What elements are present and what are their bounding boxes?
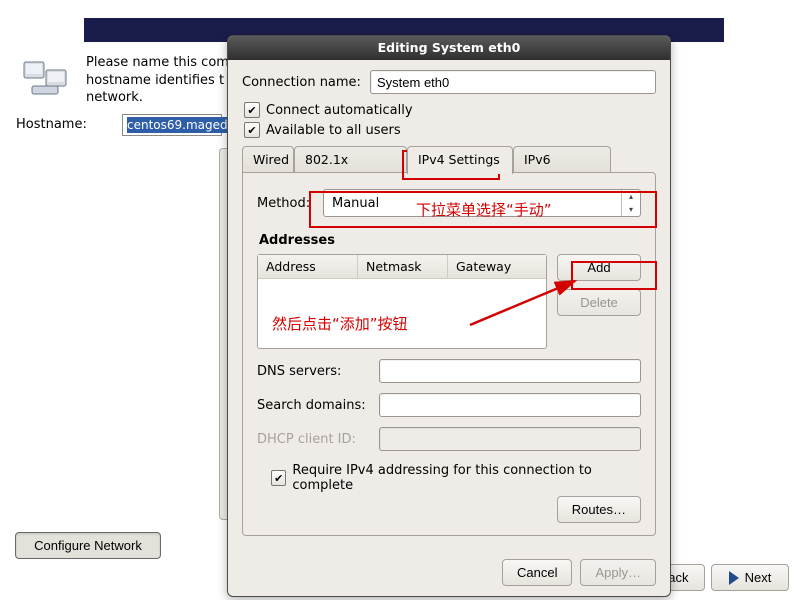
routes-label: Routes… (572, 502, 626, 517)
routes-button[interactable]: Routes… (557, 496, 641, 523)
tab-ipv6-settings[interactable]: IPv6 Settings (513, 146, 611, 172)
next-button[interactable]: Next (711, 564, 789, 591)
configure-network-button[interactable]: Configure Network (15, 532, 161, 559)
computer-network-icon (22, 60, 72, 98)
method-label: Method: (257, 196, 313, 211)
require-ipv4-label: Require IPv4 addressing for this connect… (292, 463, 641, 493)
delete-label: Delete (580, 295, 618, 310)
editing-connection-dialog: Editing System eth0 Connection name: ✔ C… (227, 35, 671, 597)
available-all-users-checkbox[interactable]: ✔ (244, 122, 260, 138)
hostname-label: Hostname: (16, 117, 87, 132)
method-combo[interactable]: Manual ▴▾ (323, 189, 641, 217)
col-address: Address (258, 255, 358, 279)
addresses-title: Addresses (259, 233, 641, 248)
add-address-button[interactable]: Add (557, 254, 641, 281)
connect-automatically-checkbox[interactable]: ✔ (244, 102, 260, 118)
desc-line3: network. (86, 90, 143, 105)
method-value: Manual (332, 196, 379, 211)
configure-network-label: Configure Network (34, 538, 142, 553)
dhcp-client-id-input (379, 427, 641, 451)
search-domains-input[interactable] (379, 393, 641, 417)
cancel-button[interactable]: Cancel (502, 559, 572, 586)
ipv4-settings-panel: Method: Manual ▴▾ Addresses Address Netm… (242, 172, 656, 536)
tab-8021x-security[interactable]: 802.1x Security (294, 146, 407, 172)
next-label: Next (745, 570, 772, 585)
settings-tabs: Wired 802.1x Security IPv4 Settings IPv6… (242, 146, 656, 173)
delete-address-button: Delete (557, 289, 641, 316)
arrow-right-icon (729, 571, 739, 585)
desc-line1: Please name this com (86, 55, 229, 70)
desc-line2: hostname identifies t (86, 73, 224, 88)
cancel-label: Cancel (517, 565, 557, 580)
connection-name-label: Connection name: (242, 75, 370, 90)
tab-ipv4-settings[interactable]: IPv4 Settings (407, 146, 513, 174)
dialog-titlebar[interactable]: Editing System eth0 (228, 36, 670, 60)
col-gateway: Gateway (448, 255, 546, 279)
add-label: Add (587, 260, 610, 275)
available-all-users-label: Available to all users (266, 123, 401, 138)
dhcp-client-id-label: DHCP client ID: (257, 432, 373, 447)
require-ipv4-checkbox[interactable]: ✔ (271, 470, 286, 486)
hostname-value-selected: centos69.magedu (127, 117, 235, 133)
connection-name-input[interactable] (370, 70, 656, 94)
col-netmask: Netmask (358, 255, 448, 279)
tab-wired[interactable]: Wired (242, 146, 294, 172)
combo-spinner-icon: ▴▾ (621, 190, 640, 216)
search-domains-label: Search domains: (257, 398, 373, 413)
hostname-input[interactable]: centos69.magedu (122, 114, 222, 136)
apply-button: Apply… (580, 559, 656, 586)
apply-label: Apply… (595, 565, 641, 580)
connect-automatically-label: Connect automatically (266, 103, 413, 118)
dns-servers-label: DNS servers: (257, 364, 373, 379)
addresses-table[interactable]: Address Netmask Gateway (257, 254, 547, 349)
dns-servers-input[interactable] (379, 359, 641, 383)
